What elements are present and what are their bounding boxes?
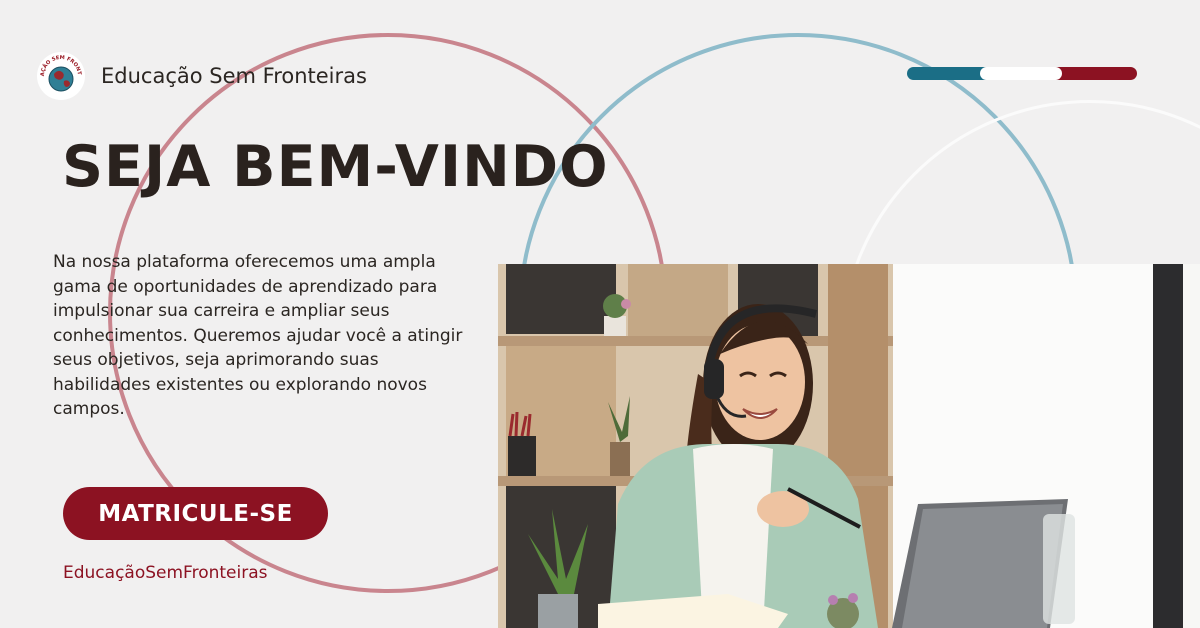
page-title: SEJA BEM-VINDO bbox=[62, 134, 609, 200]
color-bar-white-segment bbox=[980, 67, 1062, 80]
brand-header: EDUCAÇÃO SEM FRONTEIRAS Educação Sem Fro… bbox=[37, 52, 367, 100]
color-bar-teal-segment bbox=[907, 67, 987, 80]
hero-photo bbox=[498, 264, 1200, 628]
hashtag-text: EducaçãoSemFronteiras bbox=[63, 563, 268, 583]
intro-paragraph: Na nossa plataforma oferecemos uma ampla… bbox=[53, 252, 463, 419]
student-photo-illustration bbox=[498, 264, 1200, 628]
color-bar-red-segment bbox=[1055, 67, 1137, 80]
banner: EDUCAÇÃO SEM FRONTEIRAS Educação Sem Fro… bbox=[0, 0, 1200, 628]
decorative-color-bar bbox=[907, 67, 1137, 80]
brand-logo: EDUCAÇÃO SEM FRONTEIRAS bbox=[37, 52, 85, 100]
enroll-button[interactable]: MATRICULE-SE bbox=[63, 487, 328, 540]
brand-name: Educação Sem Fronteiras bbox=[101, 64, 367, 88]
globe-icon: EDUCAÇÃO SEM FRONTEIRAS bbox=[37, 52, 82, 92]
